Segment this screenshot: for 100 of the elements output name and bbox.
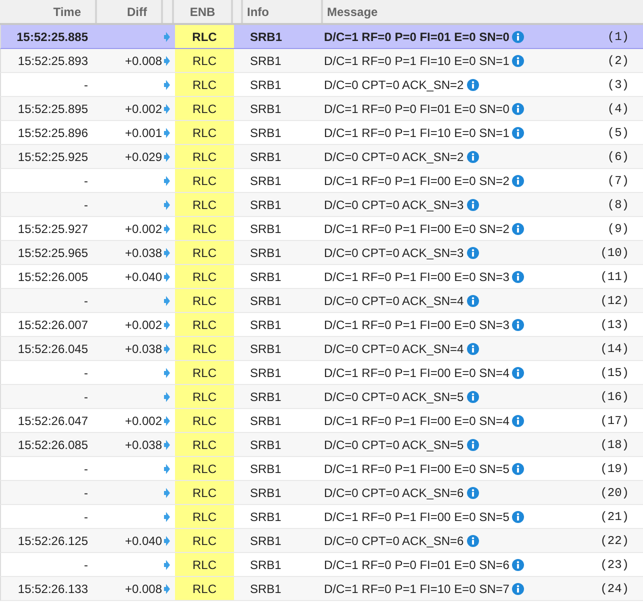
log-row[interactable]: 15:52:25.893 +0.008 RLC SRB1 D/C=1 RF=0 P=1 FI=10 E=0 SN=1 (2) — [0, 49, 643, 73]
arrow-icon — [164, 320, 170, 330]
info-text: SRB1 — [250, 342, 282, 356]
log-row[interactable]: - RLC SRB1 D/C=0 CPT=0 ACK_SN=6 (20) — [0, 481, 643, 505]
info-icon[interactable] — [512, 462, 524, 474]
info-icon[interactable] — [512, 102, 524, 114]
info-icon[interactable] — [512, 30, 524, 42]
arrow-icon — [164, 392, 170, 402]
info-text: SRB1 — [250, 366, 282, 380]
log-row[interactable]: - RLC SRB1 D/C=1 RF=0 P=1 FI=00 E=0 SN=4 (15) — [0, 361, 643, 385]
time-text: 15:52:26.045 — [18, 342, 88, 356]
info-icon[interactable] — [466, 150, 479, 162]
log-row[interactable]: 15:52:26.045 +0.038 RLC SRB1 D/C=0 CPT=0 ACK_SN=4 (14) — [0, 337, 643, 361]
arrow-icon — [164, 56, 170, 66]
log-row[interactable]: 15:52:26.007 +0.002 RLC SRB1 D/C=1 RF=0 P=1 FI=00 E=0 SN=3 (13) — [0, 313, 643, 337]
info-icon[interactable] — [466, 198, 479, 210]
arrow-icon — [164, 32, 170, 42]
column-header[interactable]: Info — [243, 0, 323, 23]
info-icon[interactable] — [512, 54, 524, 66]
message-text: D/C=1 RF=0 P=1 FI=00 E=0 SN=3 — [324, 270, 510, 284]
message-text: D/C=1 RF=0 P=1 FI=00 E=0 SN=3 — [324, 318, 510, 332]
log-row[interactable]: 15:52:26.047 +0.002 RLC SRB1 D/C=1 RF=0 P=1 FI=00 E=0 SN=4 (17) — [0, 409, 643, 433]
info-icon[interactable] — [466, 534, 479, 546]
message-text: D/C=1 RF=0 P=0 FI=01 E=0 SN=0 — [324, 30, 510, 44]
info-icon[interactable] — [512, 582, 524, 594]
row-number: (9) — [607, 222, 630, 236]
message-text: D/C=1 RF=0 P=1 FI=00 E=0 SN=2 — [324, 174, 510, 188]
info-icon[interactable] — [466, 294, 479, 306]
message-text: D/C=0 CPT=0 ACK_SN=5 — [324, 390, 464, 404]
log-row[interactable]: 15:52:26.133 +0.008 RLC SRB1 D/C=1 RF=0 P=1 FI=10 E=0 SN=7 (24) — [0, 577, 643, 601]
layer-text: RLC — [192, 294, 216, 308]
info-icon[interactable] — [512, 414, 524, 426]
info-icon[interactable] — [466, 438, 479, 450]
row-number: (23) — [600, 558, 630, 572]
layer-text: RLC — [192, 486, 216, 500]
row-number: (19) — [600, 462, 630, 476]
time-text: - — [84, 390, 88, 404]
message-text: D/C=0 CPT=0 ACK_SN=2 — [324, 150, 464, 164]
log-row[interactable]: 15:52:25.895 +0.002 RLC SRB1 D/C=1 RF=0 P=0 FI=01 E=0 SN=0 (4) — [0, 97, 643, 121]
info-icon[interactable] — [512, 558, 524, 570]
layer-text: RLC — [192, 510, 216, 524]
column-header[interactable]: Diff — [97, 0, 163, 23]
log-row[interactable]: 15:52:25.927 +0.002 RLC SRB1 D/C=1 RF=0 P=1 FI=00 E=0 SN=2 (9) — [0, 217, 643, 241]
log-row[interactable]: 15:52:25.925 +0.029 RLC SRB1 D/C=0 CPT=0 ACK_SN=2 (6) — [0, 145, 643, 169]
layer-text: RLC — [192, 150, 216, 164]
info-icon[interactable] — [512, 510, 524, 522]
message-text: D/C=1 RF=0 P=1 FI=00 E=0 SN=5 — [324, 462, 510, 476]
log-row[interactable]: 15:52:26.085 +0.038 RLC SRB1 D/C=0 CPT=0 ACK_SN=5 (18) — [0, 433, 643, 457]
message-text: D/C=0 CPT=0 ACK_SN=5 — [324, 438, 464, 452]
log-row[interactable]: 15:52:25.885 RLC SRB1 D/C=1 RF=0 P=0 FI=01 E=0 SN=0 (1) — [0, 25, 643, 49]
time-text: - — [84, 558, 88, 572]
log-row[interactable]: - RLC SRB1 D/C=0 CPT=0 ACK_SN=2 (3) — [0, 73, 643, 97]
info-icon[interactable] — [466, 78, 479, 90]
info-text: SRB1 — [250, 102, 282, 116]
log-row[interactable]: - RLC SRB1 D/C=1 RF=0 P=0 FI=01 E=0 SN=6 (23) — [0, 553, 643, 577]
log-row[interactable]: 15:52:26.005 +0.040 RLC SRB1 D/C=1 RF=0 P=1 FI=00 E=0 SN=3 (11) — [0, 265, 643, 289]
info-icon[interactable] — [466, 342, 479, 354]
log-row[interactable]: 15:52:26.125 +0.040 RLC SRB1 D/C=0 CPT=0 ACK_SN=6 (22) — [0, 529, 643, 553]
layer-text: RLC — [192, 582, 216, 596]
log-row[interactable]: - RLC SRB1 D/C=1 RF=0 P=1 FI=00 E=0 SN=5 (19) — [0, 457, 643, 481]
info-text: SRB1 — [250, 222, 282, 236]
message-text: D/C=1 RF=0 P=1 FI=10 E=0 SN=1 — [324, 54, 510, 68]
diff-text: +0.038 — [124, 438, 162, 452]
message-text: D/C=0 CPT=0 ACK_SN=6 — [324, 534, 464, 548]
message-text: D/C=0 CPT=0 ACK_SN=2 — [324, 78, 464, 92]
layer-text: RLC — [192, 366, 216, 380]
log-row[interactable]: - RLC SRB1 D/C=1 RF=0 P=1 FI=00 E=0 SN=2 (7) — [0, 169, 643, 193]
arrow-icon — [164, 104, 170, 114]
time-text: - — [84, 366, 88, 380]
info-icon[interactable] — [466, 246, 479, 258]
log-row[interactable]: - RLC SRB1 D/C=1 RF=0 P=1 FI=00 E=0 SN=5 (21) — [0, 505, 643, 529]
message-text: D/C=1 RF=0 P=0 FI=01 E=0 SN=6 — [324, 558, 510, 572]
column-header[interactable]: Message — [323, 0, 643, 23]
row-number: (7) — [607, 174, 630, 188]
diff-text: +0.008 — [124, 54, 162, 68]
log-row[interactable]: - RLC SRB1 D/C=0 CPT=0 ACK_SN=3 (8) — [0, 193, 643, 217]
column-header[interactable]: Time — [0, 0, 97, 23]
info-icon[interactable] — [512, 174, 524, 186]
info-icon[interactable] — [512, 318, 524, 330]
row-number: (3) — [607, 78, 630, 92]
layer-text: RLC — [192, 462, 216, 476]
layer-text: RLC — [192, 78, 216, 92]
info-icon[interactable] — [466, 390, 479, 402]
info-icon[interactable] — [512, 270, 524, 282]
log-row[interactable]: - RLC SRB1 D/C=0 CPT=0 ACK_SN=4 (12) — [0, 289, 643, 313]
arrow-icon — [164, 128, 170, 138]
info-icon[interactable] — [512, 222, 524, 234]
log-row[interactable]: - RLC SRB1 D/C=0 CPT=0 ACK_SN=5 (16) — [0, 385, 643, 409]
row-number: (14) — [600, 342, 630, 356]
log-row[interactable]: 15:52:25.896 +0.001 RLC SRB1 D/C=1 RF=0 P=1 FI=10 E=0 SN=1 (5) — [0, 121, 643, 145]
log-row[interactable]: 15:52:25.965 +0.038 RLC SRB1 D/C=0 CPT=0 ACK_SN=3 (10) — [0, 241, 643, 265]
info-icon[interactable] — [466, 486, 479, 498]
arrow-icon — [164, 296, 170, 306]
layer-text: RLC — [192, 30, 217, 44]
arrow-icon — [164, 512, 170, 522]
info-text: SRB1 — [250, 462, 282, 476]
info-icon[interactable] — [512, 126, 524, 138]
column-header[interactable]: ENB — [174, 0, 233, 23]
diff-text: +0.002 — [124, 222, 162, 236]
info-icon[interactable] — [512, 366, 524, 378]
